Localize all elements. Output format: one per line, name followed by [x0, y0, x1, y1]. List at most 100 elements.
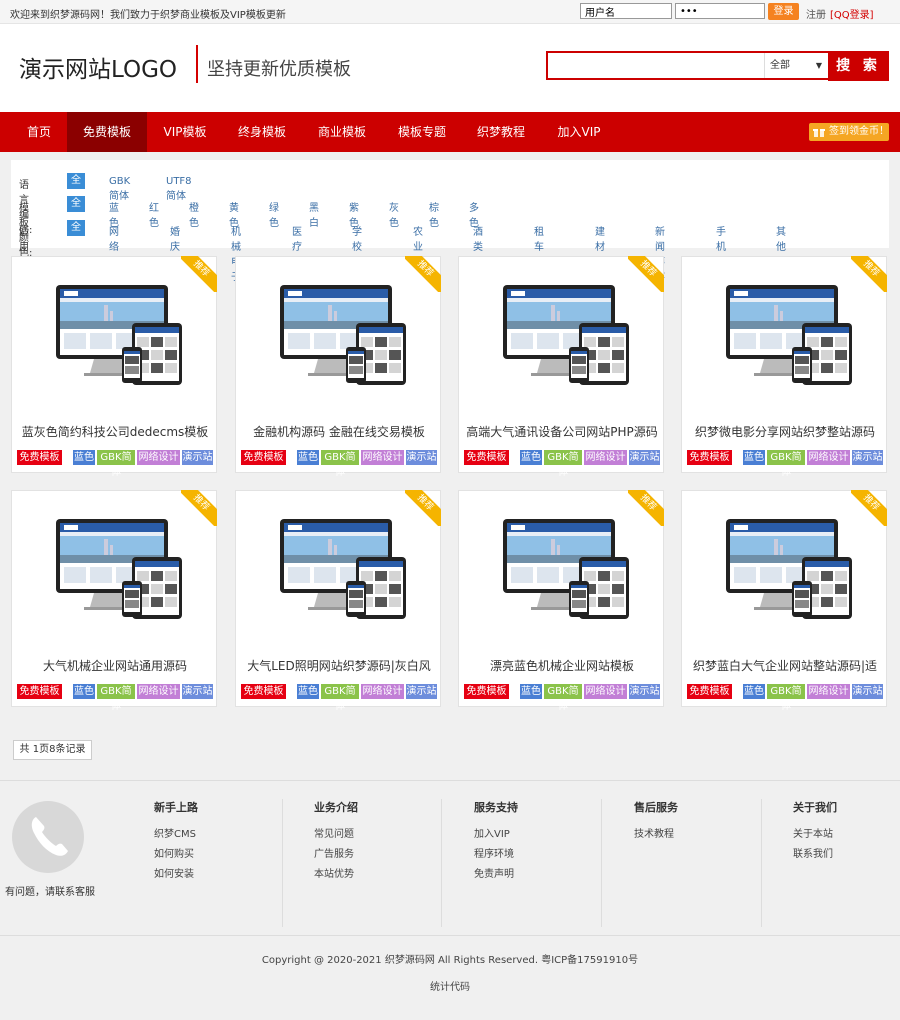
- tag-color[interactable]: 蓝色: [297, 684, 319, 699]
- tag-encoding[interactable]: GBK简体: [767, 450, 805, 478]
- product-thumbnail[interactable]: [704, 277, 866, 405]
- filter-option[interactable]: 灰色: [389, 199, 399, 229]
- product-card[interactable]: 推荐 大气LED照明网站织梦源码|灰白风 免费模板 蓝色 GBK简体 网络设计 演示站: [235, 490, 442, 712]
- filter-option[interactable]: 绿色: [269, 199, 279, 229]
- product-title[interactable]: 漂亮蓝色机械企业网站模板: [459, 657, 665, 674]
- product-card[interactable]: 推荐 高端大气通讯设备公司网站PHP源码 免费模板 蓝色 GBK简体 网络设计 演示站: [458, 256, 665, 478]
- tag-industry[interactable]: 网络设计: [137, 684, 180, 699]
- tag-demo[interactable]: 演示站: [629, 450, 660, 465]
- tag-color[interactable]: 蓝色: [520, 450, 542, 465]
- tag-free[interactable]: 免费模板: [17, 684, 62, 699]
- tag-free[interactable]: 免费模板: [17, 450, 62, 465]
- tag-industry[interactable]: 网络设计: [584, 684, 627, 699]
- filter-option[interactable]: 红色: [149, 199, 159, 229]
- filter-option[interactable]: 全部: [67, 173, 85, 202]
- tag-free[interactable]: 免费模板: [241, 684, 286, 699]
- product-thumbnail[interactable]: [481, 511, 643, 639]
- tag-demo[interactable]: 演示站: [182, 684, 213, 699]
- footer-link[interactable]: 加入VIP: [474, 825, 510, 840]
- tag-encoding[interactable]: GBK简体: [767, 684, 805, 712]
- footer-link[interactable]: 如何安装: [154, 865, 194, 880]
- tag-color[interactable]: 蓝色: [297, 450, 319, 465]
- nav-item-join-vip[interactable]: 加入VIP: [541, 112, 617, 152]
- qq-login-link[interactable]: [QQ登录]: [830, 6, 874, 21]
- tag-demo[interactable]: 演示站: [852, 684, 883, 699]
- tag-demo[interactable]: 演示站: [406, 450, 437, 465]
- tag-demo[interactable]: 演示站: [629, 684, 660, 699]
- tag-free[interactable]: 免费模板: [464, 684, 509, 699]
- signin-coins-button[interactable]: 签到领金币！: [809, 123, 889, 141]
- tag-demo[interactable]: 演示站: [852, 450, 883, 465]
- tag-encoding[interactable]: GBK简体: [544, 684, 582, 712]
- tag-industry[interactable]: 网络设计: [584, 450, 627, 465]
- search-category-select[interactable]: 全部 ▼: [764, 53, 828, 78]
- tag-free[interactable]: 免费模板: [464, 450, 509, 465]
- product-title[interactable]: 大气LED照明网站织梦源码|灰白风: [236, 657, 442, 674]
- tag-encoding[interactable]: GBK简体: [321, 450, 359, 478]
- tag-color[interactable]: 蓝色: [520, 684, 542, 699]
- filter-option[interactable]: 全部: [67, 220, 85, 249]
- product-title[interactable]: 金融机构源码 金融在线交易模板: [236, 423, 442, 440]
- product-thumbnail[interactable]: [481, 277, 643, 405]
- footer-link[interactable]: 本站优势: [314, 865, 354, 880]
- site-logo[interactable]: 演示网站LOGO: [19, 50, 177, 84]
- nav-item-free[interactable]: 免费模板: [67, 112, 147, 152]
- nav-item-vip[interactable]: VIP模板: [147, 112, 223, 152]
- product-thumbnail[interactable]: [34, 277, 196, 405]
- tag-encoding[interactable]: GBK简体: [321, 684, 359, 712]
- filter-option[interactable]: 橙色: [189, 199, 199, 229]
- tag-industry[interactable]: 网络设计: [137, 450, 180, 465]
- filter-option[interactable]: 黑白: [309, 199, 319, 229]
- tag-color[interactable]: 蓝色: [73, 684, 95, 699]
- footer-link[interactable]: 免责声明: [474, 865, 514, 880]
- nav-item-lifetime[interactable]: 终身模板: [223, 112, 301, 152]
- footer-link[interactable]: 如何购买: [154, 845, 194, 860]
- product-thumbnail[interactable]: [34, 511, 196, 639]
- footer-link[interactable]: 程序环境: [474, 845, 514, 860]
- tag-color[interactable]: 蓝色: [743, 684, 765, 699]
- filter-option[interactable]: UTF8简体: [166, 176, 192, 202]
- filter-option[interactable]: 棕色: [429, 199, 439, 229]
- footer-link[interactable]: 广告服务: [314, 845, 354, 860]
- tag-encoding[interactable]: GBK简体: [544, 450, 582, 478]
- tag-free[interactable]: 免费模板: [687, 450, 732, 465]
- tag-industry[interactable]: 网络设计: [361, 450, 404, 465]
- product-title[interactable]: 织梦蓝白大气企业网站整站源码|适: [682, 657, 888, 674]
- nav-item-commercial[interactable]: 商业模板: [301, 112, 383, 152]
- tag-industry[interactable]: 网络设计: [807, 684, 850, 699]
- tag-demo[interactable]: 演示站: [182, 450, 213, 465]
- product-card[interactable]: 推荐 金融机构源码 金融在线交易模板 免费模板 蓝色 GBK简体 网络设计 演示站: [235, 256, 442, 478]
- tag-encoding[interactable]: GBK简体: [97, 684, 135, 712]
- filter-option[interactable]: 全部: [67, 196, 85, 225]
- search-button[interactable]: 搜 索: [828, 51, 889, 81]
- product-title[interactable]: 蓝灰色简约科技公司dedecms模板: [12, 423, 218, 440]
- product-card[interactable]: 推荐 织梦蓝白大气企业网站整站源码|适 免费模板 蓝色 GBK简体 网络设计 演示站: [681, 490, 888, 712]
- tag-free[interactable]: 免费模板: [687, 684, 732, 699]
- product-title[interactable]: 织梦微电影分享网站织梦整站源码: [682, 423, 888, 440]
- nav-item-tutorials[interactable]: 织梦教程: [461, 112, 541, 152]
- product-title[interactable]: 高端大气通讯设备公司网站PHP源码: [459, 423, 665, 440]
- footer-link[interactable]: 技术教程: [634, 825, 674, 840]
- product-card[interactable]: 推荐 织梦微电影分享网站织梦整站源码 免费模板 蓝色 GBK简体 网络设计 演示站: [681, 256, 888, 478]
- footer-link[interactable]: 常见问题: [314, 825, 354, 840]
- tag-color[interactable]: 蓝色: [743, 450, 765, 465]
- product-thumbnail[interactable]: [258, 277, 420, 405]
- tag-industry[interactable]: 网络设计: [807, 450, 850, 465]
- register-link[interactable]: 注册: [806, 6, 826, 21]
- product-thumbnail[interactable]: [704, 511, 866, 639]
- tag-demo[interactable]: 演示站: [406, 684, 437, 699]
- password-input[interactable]: [675, 3, 765, 19]
- tag-free[interactable]: 免费模板: [241, 450, 286, 465]
- footer-link[interactable]: 联系我们: [793, 845, 833, 860]
- product-card[interactable]: 推荐 大气机械企业网站通用源码 免费模板 蓝色 GBK简体 网络设计 演示站: [11, 490, 218, 712]
- tag-color[interactable]: 蓝色: [73, 450, 95, 465]
- nav-item-home[interactable]: 首页: [12, 112, 66, 152]
- tag-encoding[interactable]: GBK简体: [97, 450, 135, 478]
- nav-item-topics[interactable]: 模板专题: [383, 112, 461, 152]
- footer-link[interactable]: 关于本站: [793, 825, 833, 840]
- product-card[interactable]: 推荐 漂亮蓝色机械企业网站模板 免费模板 蓝色 GBK简体 网络设计 演示站: [458, 490, 665, 712]
- product-card[interactable]: 推荐 蓝灰色简约科技公司dedecms模板 免费模板 蓝色 GBK简体 网络设计 演示站: [11, 256, 218, 478]
- product-title[interactable]: 大气机械企业网站通用源码: [12, 657, 218, 674]
- login-button[interactable]: 登录: [768, 3, 799, 20]
- footer-link[interactable]: 织梦CMS: [154, 825, 196, 840]
